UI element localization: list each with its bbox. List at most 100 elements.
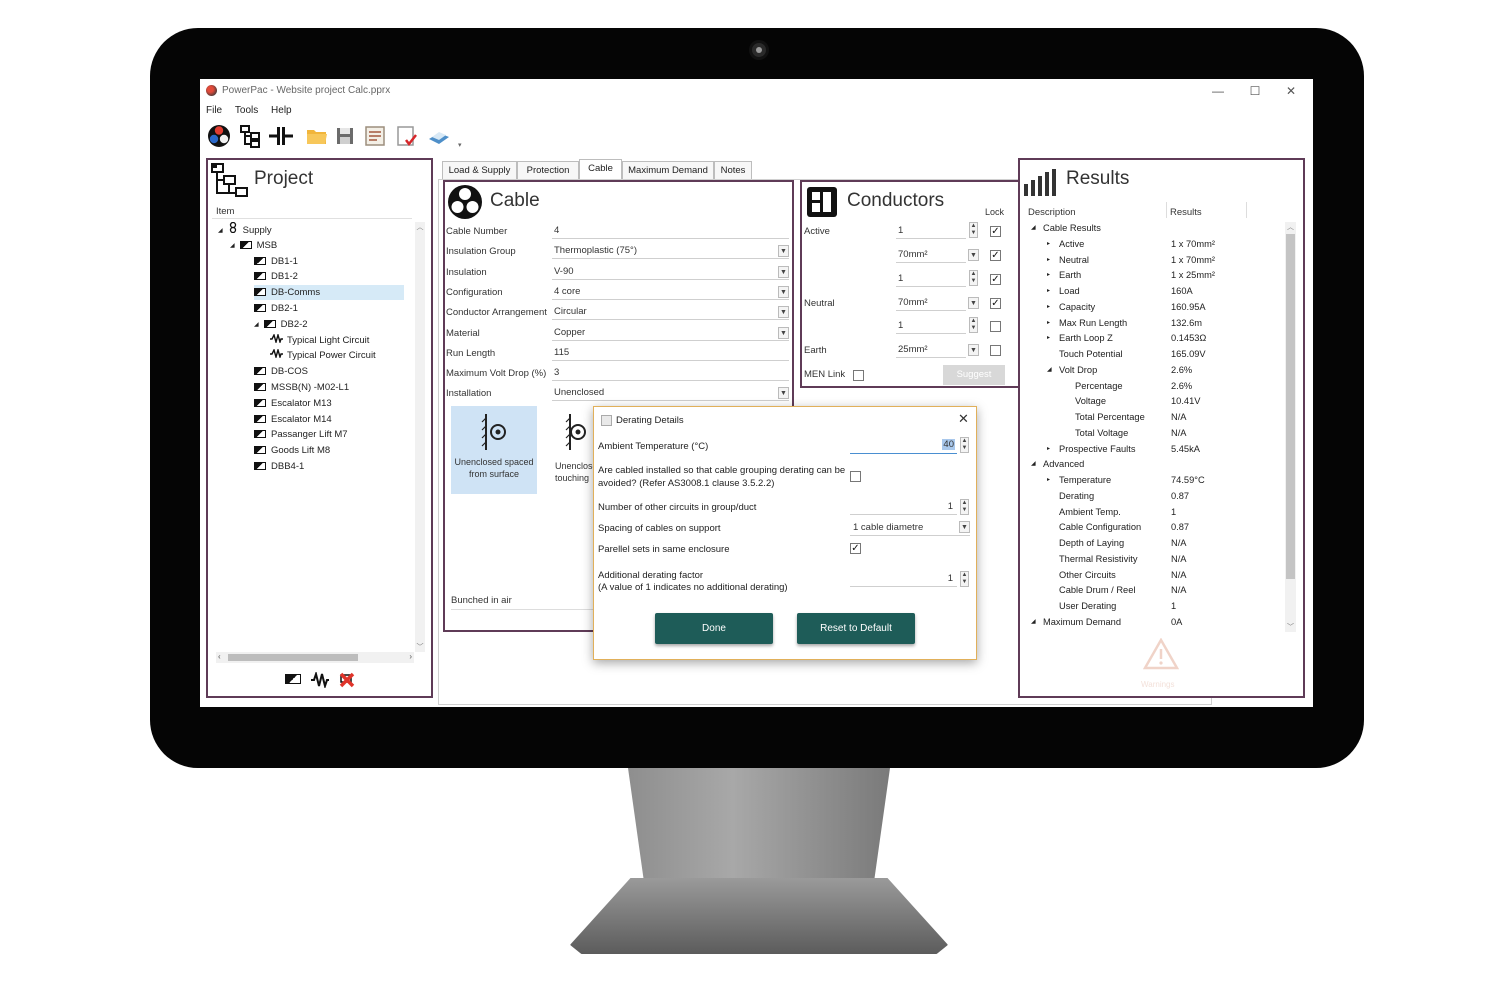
expander-icon[interactable]: ◢ — [218, 228, 223, 234]
tree-item[interactable]: Typical Light Circuit — [270, 332, 369, 348]
result-label[interactable]: User Derating — [1059, 599, 1116, 614]
lock-checkbox[interactable]: ✓ — [990, 297, 1001, 309]
tree-item[interactable]: DB2-1 — [254, 301, 298, 316]
result-label[interactable]: Active — [1059, 237, 1084, 252]
lock-checkbox[interactable] — [990, 345, 1001, 356]
lock-checkbox[interactable]: ✓ — [990, 250, 1001, 261]
tab-cable[interactable]: Cable — [579, 159, 622, 179]
stepper-icon[interactable]: ▲ ▼ — [969, 269, 978, 286]
additional-derating-spinner[interactable]: ▲ ▼ — [960, 571, 969, 587]
save-icon[interactable] — [332, 123, 358, 149]
expander-icon[interactable]: ▸ — [1047, 300, 1050, 315]
chevron-down-icon[interactable]: ▼ — [778, 387, 789, 400]
report-icon[interactable] — [362, 123, 388, 149]
tree-item[interactable]: DB-Comms — [254, 285, 404, 301]
chevron-down-icon[interactable]: ▼ — [778, 326, 789, 339]
cable-calc-icon[interactable] — [206, 123, 232, 149]
expander-icon[interactable]: ▸ — [1047, 284, 1050, 299]
result-label[interactable]: Earth — [1059, 268, 1081, 283]
result-label[interactable]: Ambient Temp. — [1059, 505, 1121, 520]
result-label[interactable]: Cable Configuration — [1059, 520, 1141, 535]
expander-icon[interactable]: ◢ — [230, 243, 235, 249]
chevron-down-icon[interactable]: ▼ — [778, 306, 789, 319]
cable-field-dropdown[interactable]: 4 core ▼ — [552, 285, 789, 300]
expander-icon[interactable]: ▸ — [1047, 473, 1050, 488]
result-label[interactable]: Max Run Length — [1059, 316, 1127, 331]
close-button[interactable]: ✕ — [1276, 83, 1306, 99]
expander-icon[interactable]: ▸ — [1047, 316, 1050, 331]
chevron-down-icon[interactable]: ▼ — [778, 285, 789, 298]
validate-icon[interactable] — [394, 123, 420, 149]
suggest-button[interactable]: Suggest — [943, 365, 1005, 385]
cable-field-input[interactable]: 4 — [552, 224, 789, 239]
print-icon[interactable] — [426, 123, 452, 149]
tree-item[interactable]: Passanger Lift M7 — [254, 427, 348, 442]
result-label[interactable]: Touch Potential — [1059, 347, 1123, 362]
tab-maximum-demand[interactable]: Maximum Demand — [622, 161, 714, 179]
maximize-button[interactable]: ☐ — [1240, 83, 1270, 99]
add-board-icon[interactable] — [285, 674, 306, 686]
reset-to-default-button[interactable]: Reset to Default — [797, 613, 915, 644]
tree-item[interactable]: DB1-2 — [254, 269, 298, 284]
chevron-down-icon[interactable]: ▼ — [959, 521, 970, 533]
tree-item[interactable]: Goods Lift M8 — [254, 443, 330, 458]
additional-derating-input[interactable]: 1 — [850, 571, 957, 587]
result-label[interactable]: Cable Results — [1043, 221, 1101, 236]
conductor-count-input[interactable]: 1 — [896, 319, 966, 334]
tree-item[interactable]: ◢ MSB — [230, 238, 277, 253]
grouping-avoided-checkbox[interactable] — [850, 471, 861, 482]
expander-icon[interactable]: ▸ — [1047, 442, 1050, 457]
tree-vertical-scrollbar[interactable]: ︿ ﹀ — [415, 222, 425, 652]
result-label[interactable]: Cable Drum / Reel — [1059, 583, 1135, 598]
expander-icon[interactable]: ◢ — [1031, 221, 1036, 236]
chevron-down-icon[interactable]: ▼ — [778, 245, 789, 258]
result-label[interactable]: Advanced — [1043, 457, 1084, 472]
cable-field-dropdown[interactable]: Copper ▼ — [552, 326, 789, 341]
lock-checkbox[interactable] — [990, 321, 1001, 332]
result-label[interactable]: Depth of Laying — [1059, 536, 1124, 551]
result-label[interactable]: Earth Loop Z — [1059, 331, 1113, 346]
expander-icon[interactable]: ▸ — [1047, 253, 1050, 268]
dialog-close-icon[interactable]: ✕ — [958, 411, 969, 427]
tree-item[interactable]: DB-COS — [254, 364, 308, 379]
result-label[interactable]: Other Circuits — [1059, 568, 1116, 583]
result-label[interactable]: Volt Drop — [1059, 363, 1097, 378]
lock-checkbox[interactable]: ✓ — [990, 273, 1001, 285]
delete-icon[interactable] — [338, 671, 356, 692]
scroll-thumb[interactable] — [1286, 234, 1295, 579]
cable-field-input[interactable]: 115 — [552, 346, 789, 361]
conductor-count-input[interactable]: 1 — [896, 224, 966, 239]
other-circuits-spinner[interactable]: ▲ ▼ — [960, 499, 969, 515]
conductor-count-input[interactable]: 1 — [896, 272, 966, 287]
tree-item[interactable]: Typical Power Circuit — [270, 347, 376, 363]
spacing-dropdown[interactable]: 1 cable diametre ▼ — [850, 520, 970, 536]
tree-item[interactable]: Escalator M14 — [254, 412, 332, 427]
tree-item[interactable]: ◢ DB2-2 — [254, 317, 308, 332]
result-label[interactable]: Derating — [1059, 489, 1094, 504]
tree-item[interactable]: Escalator M13 — [254, 396, 332, 411]
menu-help[interactable]: Help — [271, 105, 292, 116]
chevron-down-icon[interactable]: ▼ — [778, 265, 789, 278]
results-scrollbar[interactable]: ︿ ﹀ — [1285, 222, 1296, 632]
chevron-down-icon[interactable]: ▼ — [968, 344, 979, 356]
result-label[interactable]: Prospective Faults — [1059, 442, 1135, 457]
other-circuits-input[interactable]: 1 — [850, 499, 957, 515]
tree-item[interactable]: DBB4-1 — [254, 459, 304, 474]
warning-icon[interactable] — [1142, 637, 1180, 673]
minimize-button[interactable]: — — [1203, 83, 1233, 99]
project-tree-icon[interactable] — [238, 123, 264, 149]
tab-notes[interactable]: Notes — [714, 161, 752, 179]
tab-protection[interactable]: Protection — [517, 161, 579, 179]
tree-horizontal-scrollbar[interactable]: ‹ › — [216, 652, 414, 663]
result-label[interactable]: Thermal Resistivity — [1059, 552, 1138, 567]
result-label[interactable]: Total Percentage — [1075, 410, 1145, 425]
install-option[interactable]: Unenclosed touching — [547, 406, 593, 494]
menu-tools[interactable]: Tools — [235, 105, 258, 116]
parallel-sets-checkbox[interactable]: ✓ — [850, 543, 861, 554]
ambient-temperature-spinner[interactable]: ▲ ▼ — [960, 437, 969, 453]
lock-checkbox[interactable]: ✓ — [990, 226, 1001, 237]
ambient-temperature-input[interactable]: 40 — [850, 437, 957, 454]
expander-icon[interactable]: ◢ — [1031, 457, 1036, 472]
result-label[interactable]: Percentage — [1075, 379, 1123, 394]
stepper-icon[interactable]: ▲ ▼ — [969, 222, 978, 238]
